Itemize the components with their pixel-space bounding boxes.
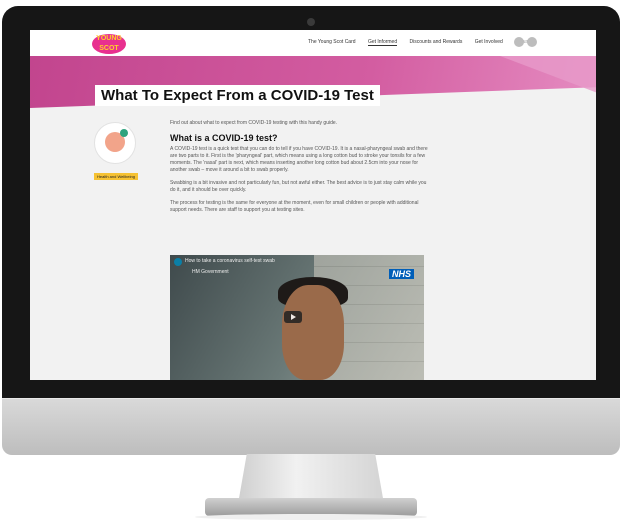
- search-icon[interactable]: [514, 37, 524, 47]
- site-header: YOUNG SCOT The Young Scot Card Get Infor…: [30, 30, 596, 56]
- category-badge[interactable]: Health and Wellbeing: [94, 173, 138, 180]
- monitor-chin: [2, 398, 620, 455]
- stand-shadow: [195, 514, 427, 520]
- nav-item-get-informed[interactable]: Get Informed: [367, 39, 398, 46]
- channel-icon: [174, 258, 182, 266]
- video-player[interactable]: How to take a coronavirus self-test swab…: [170, 255, 424, 380]
- nhs-logo: NHS: [388, 269, 414, 279]
- screen: YOUNG SCOT The Young Scot Card Get Infor…: [30, 30, 596, 380]
- paragraph: Swabbing is a bit invasive and not parti…: [170, 180, 427, 193]
- monitor-stand-neck: [238, 454, 384, 504]
- article-body: Find out about what to expect from COVID…: [170, 120, 432, 220]
- camera-icon: [307, 18, 315, 26]
- page-title: What To Expect From a COVID-19 Test: [95, 85, 380, 106]
- account-icon[interactable]: [527, 37, 537, 47]
- paragraph: The process for testing is the same for …: [170, 200, 419, 213]
- video-channel: HM Government: [192, 269, 229, 275]
- site-logo[interactable]: YOUNG SCOT: [92, 34, 126, 54]
- paragraph: A COVID-19 test is a quick test that you…: [170, 146, 428, 173]
- video-person: [282, 285, 344, 380]
- nav-item-young-scot-card[interactable]: The Young Scot Card: [308, 39, 356, 45]
- article-intro: Find out about what to expect from COVID…: [170, 120, 338, 126]
- nav-item-discounts[interactable]: Discounts and Rewards: [410, 39, 463, 45]
- nav-item-get-involved[interactable]: Get Involved: [475, 39, 503, 45]
- main-nav: The Young Scot Card Get Informed Discoun…: [308, 39, 546, 46]
- video-title[interactable]: How to take a coronavirus self-test swab: [185, 258, 275, 264]
- category-icon: [94, 122, 136, 164]
- section-heading: What is a COVID-19 test?: [170, 133, 278, 143]
- play-button[interactable]: [284, 311, 302, 323]
- virus-icon: [120, 129, 128, 137]
